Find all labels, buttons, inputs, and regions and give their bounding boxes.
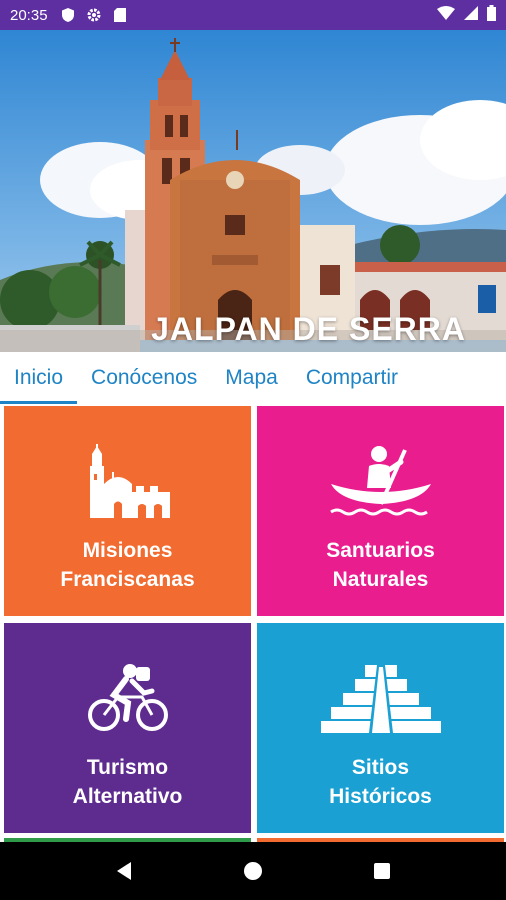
tile-label: Turismo Alternativo: [72, 756, 183, 808]
home-button[interactable]: [233, 851, 273, 891]
tile-sitios-historicos[interactable]: Sitios Históricos: [257, 623, 504, 833]
shield-icon: [60, 7, 76, 23]
tab-inicio[interactable]: Inicio: [0, 352, 78, 404]
tile-label: Santuarios Naturales: [326, 539, 435, 591]
tab-compartir[interactable]: Compartir: [292, 352, 412, 404]
tile-santuarios-naturales[interactable]: Santuarios Naturales: [257, 406, 504, 616]
back-button[interactable]: [104, 851, 144, 891]
back-icon: [117, 862, 132, 880]
tab-conocenos[interactable]: Conócenos: [77, 352, 211, 404]
hero-banner: JALPAN DE SERRA: [0, 30, 506, 352]
battery-icon: [487, 5, 496, 25]
pyramid-icon: [320, 653, 441, 743]
gear-icon: [86, 7, 102, 23]
wifi-icon: [437, 6, 455, 24]
tab-mapa[interactable]: Mapa: [211, 352, 292, 404]
canoe-icon: [329, 436, 433, 526]
signal-icon: [463, 5, 479, 25]
cyclist-icon: [86, 653, 170, 743]
tab-bar: Inicio Conócenos Mapa Compartir: [0, 352, 506, 404]
status-bar: 20:35: [0, 0, 506, 30]
tile-turismo-alternativo[interactable]: Turismo Alternativo: [4, 623, 251, 833]
recents-button[interactable]: [362, 851, 402, 891]
recents-icon: [373, 863, 390, 879]
sd-card-icon: [112, 7, 128, 23]
tile-label: Sitios Históricos: [329, 756, 432, 808]
tile-misiones-franciscanas[interactable]: Misiones Franciscanas: [4, 406, 251, 616]
tile-label: Misiones Franciscanas: [60, 539, 195, 591]
hero-image: [0, 30, 506, 352]
status-time: 20:35: [10, 6, 48, 24]
hero-title: JALPAN DE SERRA: [151, 311, 466, 347]
home-icon: [243, 862, 262, 880]
mission-church-icon: [84, 436, 172, 526]
category-grid: Misiones Franciscanas Santuarios Natural…: [0, 404, 506, 844]
system-nav-bar: [0, 842, 506, 900]
